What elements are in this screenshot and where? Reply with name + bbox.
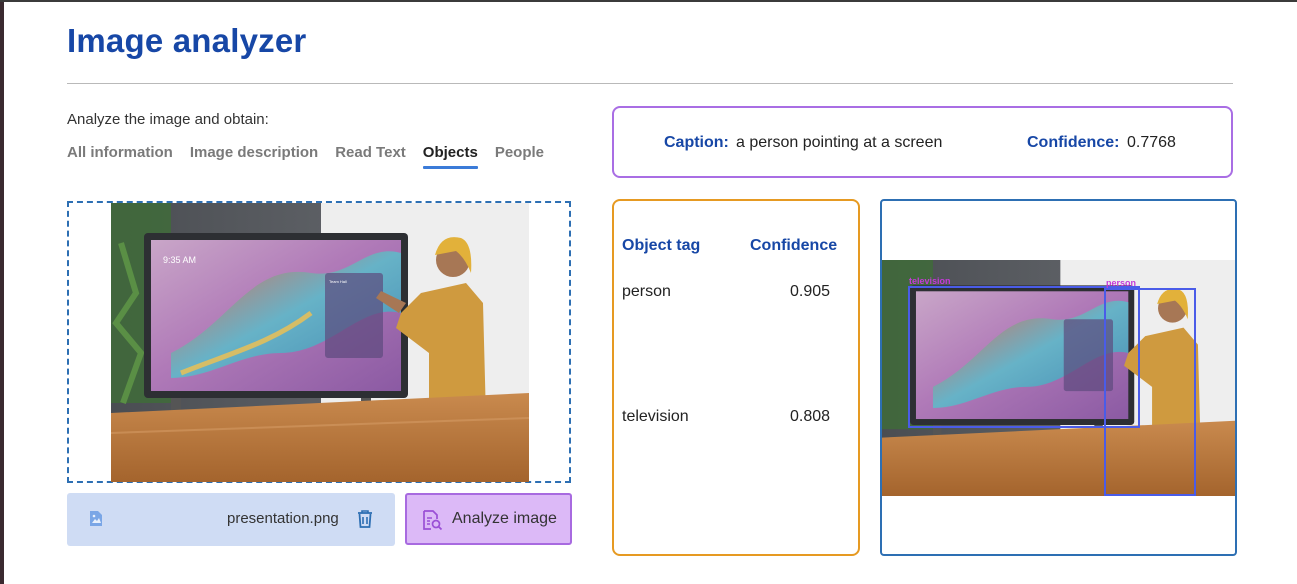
confidence-value: 0.7768 [1127, 134, 1176, 151]
tab-read-text[interactable]: Read Text [335, 144, 406, 168]
photo-screen-panel-title: Team Hall [329, 279, 347, 284]
image-file-icon [90, 511, 102, 526]
selected-file-bar: presentation.png [67, 493, 395, 546]
object-tag-cell: person [622, 283, 671, 300]
object-confidence-cell: 0.905 [790, 283, 831, 300]
bbox-label-television: television [909, 276, 951, 286]
uploaded-image-preview: 9:35 AM Team Hall [111, 203, 529, 482]
header-object-tag: Object tag [622, 237, 701, 254]
objects-table: Object tag Confidence person 0.905 telev… [612, 199, 860, 556]
tab-all-information[interactable]: All information [67, 144, 173, 168]
annotated-image: television person [882, 260, 1235, 496]
document-search-icon [423, 510, 443, 531]
detection-result-panel: television person [880, 199, 1237, 556]
tab-people[interactable]: People [495, 144, 544, 168]
file-name: presentation.png [227, 510, 339, 527]
header-confidence: Confidence [750, 237, 838, 254]
photo-screen-time: 9:35 AM [163, 255, 196, 265]
confidence-label: Confidence: [1027, 134, 1120, 151]
image-drop-zone[interactable]: 9:35 AM Team Hall [67, 201, 571, 483]
intro-text: Analyze the image and obtain: [67, 111, 269, 128]
bbox-person [1104, 288, 1196, 496]
object-confidence-cell: 0.808 [790, 408, 831, 425]
window-edge [0, 0, 4, 584]
analyze-button-label: Analyze image [452, 510, 557, 527]
presentation-photo: 9:35 AM Team Hall [111, 203, 529, 482]
analyze-image-button[interactable]: Analyze image [405, 493, 572, 545]
object-tag-cell: television [622, 408, 689, 425]
bbox-label-person: person [1106, 278, 1137, 288]
caption-value: a person pointing at a screen [736, 134, 943, 151]
title-divider [67, 83, 1233, 84]
caption-panel: Caption: a person pointing at a screen C… [612, 106, 1233, 178]
tab-objects[interactable]: Objects [422, 144, 478, 169]
page-title: Image analyzer [67, 22, 307, 59]
analysis-tabs: All information Image description Read T… [67, 144, 561, 169]
tab-image-description[interactable]: Image description [190, 144, 318, 168]
trash-icon[interactable] [356, 509, 374, 529]
caption-label: Caption: [664, 134, 729, 151]
window-top-border [0, 0, 1297, 2]
